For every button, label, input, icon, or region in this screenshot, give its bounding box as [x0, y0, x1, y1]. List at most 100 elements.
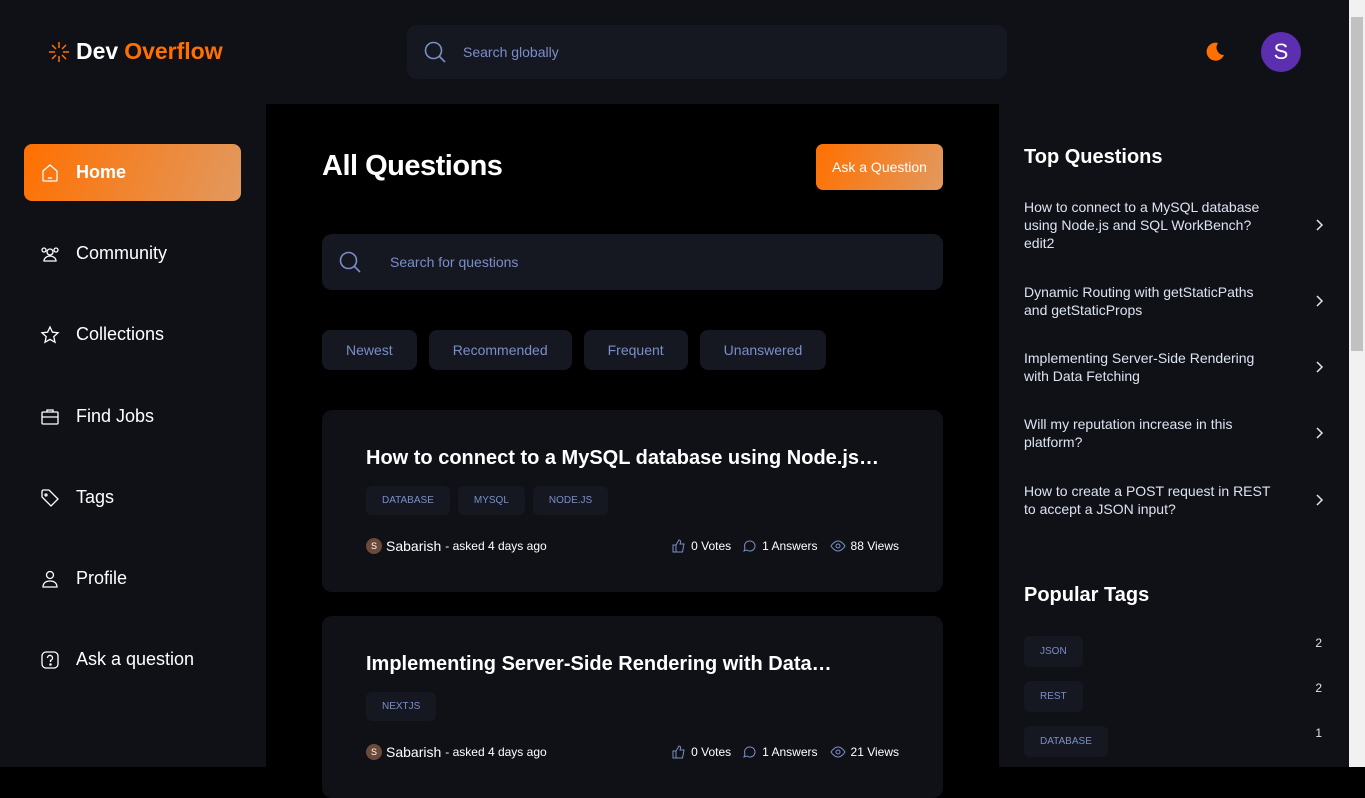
question-title[interactable]: How to connect to a MySQL database using…: [366, 447, 879, 470]
question-tag[interactable]: NEXTJS: [366, 692, 437, 721]
user-icon: [42, 570, 58, 588]
top-question-item[interactable]: How to create a POST request in REST to …: [1024, 482, 1324, 518]
top-question-item[interactable]: Dynamic Routing with getStaticPaths and …: [1024, 283, 1324, 319]
question-search-input[interactable]: [390, 254, 840, 270]
question-card: Implementing Server-Side Rendering with …: [322, 616, 943, 798]
chevron-right-icon: [1316, 494, 1324, 506]
sidebar-item-label: Find Jobs: [76, 406, 155, 426]
logo-text-dev: Dev: [76, 38, 119, 64]
scrollbar-thumb[interactable]: [1351, 17, 1363, 351]
views-count: 88 Views: [850, 539, 899, 553]
sidebar-item-label: Home: [76, 162, 127, 182]
moon-icon[interactable]: [1204, 41, 1226, 63]
main-content: All Questions Ask a Question Newest Reco…: [266, 104, 999, 798]
global-search-input[interactable]: [463, 44, 913, 60]
users-icon: [41, 246, 59, 262]
top-question-text: How to connect to a MySQL database using…: [1024, 199, 1260, 251]
filter-newest[interactable]: Newest: [322, 330, 417, 370]
popular-tag[interactable]: DATABASE: [1024, 726, 1108, 757]
top-bar: Dev Overflow S: [0, 0, 1349, 104]
logo-icon: [49, 41, 69, 62]
popular-tags-title: Popular Tags: [1024, 584, 1150, 606]
author-name: Sabarish: [386, 744, 442, 760]
chevron-right-icon: [1316, 219, 1324, 231]
right-sidebar: Top Questions How to connect to a MySQL …: [999, 104, 1349, 767]
views-count: 21 Views: [850, 745, 899, 759]
chevron-right-icon: [1316, 295, 1324, 307]
sidebar-item-ask-question[interactable]: Ask a question: [24, 631, 241, 688]
search-icon: [339, 251, 361, 273]
question-author[interactable]: S Sabarish - asked 4 days ago: [366, 744, 547, 760]
briefcase-icon: [41, 408, 59, 425]
star-icon: [40, 324, 60, 343]
popular-tag-item[interactable]: JSON 2: [1024, 636, 1322, 667]
author-name: Sabarish: [386, 538, 442, 554]
question-icon: [41, 650, 59, 669]
search-icon: [424, 41, 446, 63]
sidebar-item-label: Community: [76, 243, 168, 263]
tag-count: 2: [1315, 636, 1322, 650]
asked-time: - asked 4 days ago: [445, 539, 547, 553]
home-icon: [42, 163, 58, 182]
user-avatar[interactable]: S: [1261, 32, 1301, 72]
avatar-initial: S: [1273, 39, 1289, 64]
filter-unanswered[interactable]: Unanswered: [699, 330, 827, 370]
like-icon: [672, 745, 685, 759]
sidebar-item-label: Ask a question: [76, 649, 195, 669]
eye-icon: [829, 540, 846, 552]
asked-time: - asked 4 days ago: [445, 745, 547, 759]
sidebar-item-community[interactable]: Community: [24, 225, 241, 282]
sidebar-item-collections[interactable]: Collections: [24, 306, 241, 363]
filter-recommended[interactable]: Recommended: [428, 330, 572, 370]
question-author[interactable]: S Sabarish - asked 4 days ago: [366, 538, 547, 554]
global-search[interactable]: [407, 25, 1007, 79]
top-question-text: Implementing Server-Side Rendering with …: [1024, 350, 1255, 384]
chevron-right-icon: [1316, 427, 1324, 439]
filter-tabs: Newest Recommended Frequent Unanswered: [322, 330, 827, 370]
author-avatar: S: [366, 538, 382, 554]
votes-count: 0 Votes: [691, 745, 732, 759]
page-title: All Questions: [322, 150, 503, 182]
top-question-text: How to create a POST request in REST to …: [1024, 483, 1271, 517]
sidebar-item-profile[interactable]: Profile: [24, 550, 241, 607]
answers-count: 1 Answers: [762, 745, 818, 759]
question-tag[interactable]: NODE.JS: [532, 486, 609, 515]
tag-icon: [41, 488, 59, 507]
sidebar-item-tags[interactable]: Tags: [24, 469, 241, 526]
popular-tag-item[interactable]: DATABASE 1: [1024, 726, 1322, 757]
top-question-text: Will my reputation increase in this plat…: [1024, 416, 1233, 450]
votes-count: 0 Votes: [691, 539, 732, 553]
popular-tag-item[interactable]: REST 2: [1024, 681, 1322, 712]
question-title[interactable]: Implementing Server-Side Rendering with …: [366, 653, 832, 676]
sidebar-item-label: Collections: [76, 324, 165, 344]
top-questions-title: Top Questions: [1024, 146, 1163, 168]
logo[interactable]: Dev Overflow: [48, 38, 223, 65]
eye-icon: [829, 746, 846, 758]
sidebar-item-home[interactable]: Home: [24, 144, 241, 201]
left-sidebar: Home Community Collections Find Jobs Tag…: [0, 104, 266, 767]
top-question-text: Dynamic Routing with getStaticPaths and …: [1024, 284, 1254, 318]
comment-icon: [743, 540, 756, 552]
top-question-item[interactable]: How to connect to a MySQL database using…: [1024, 198, 1324, 252]
sidebar-item-find-jobs[interactable]: Find Jobs: [24, 388, 241, 445]
answers-count: 1 Answers: [762, 539, 818, 553]
author-avatar: S: [366, 744, 382, 760]
question-tag[interactable]: MYSQL: [457, 486, 525, 515]
question-search[interactable]: [322, 234, 943, 290]
tag-count: 1: [1315, 726, 1322, 740]
like-icon: [672, 539, 685, 553]
chevron-right-icon: [1316, 361, 1324, 373]
top-question-item[interactable]: Will my reputation increase in this plat…: [1024, 415, 1324, 451]
popular-tag[interactable]: REST: [1024, 681, 1083, 712]
sidebar-item-label: Tags: [76, 487, 115, 507]
question-card: How to connect to a MySQL database using…: [322, 410, 943, 592]
ask-question-button[interactable]: Ask a Question: [816, 144, 943, 190]
popular-tag[interactable]: JSON: [1024, 636, 1083, 667]
logo-text-overflow: Overflow: [124, 38, 223, 64]
tag-count: 2: [1315, 681, 1322, 695]
comment-icon: [743, 746, 756, 758]
question-tag[interactable]: DATABASE: [366, 486, 450, 515]
filter-frequent[interactable]: Frequent: [583, 330, 688, 370]
sidebar-item-label: Profile: [76, 568, 128, 588]
top-question-item[interactable]: Implementing Server-Side Rendering with …: [1024, 349, 1324, 385]
